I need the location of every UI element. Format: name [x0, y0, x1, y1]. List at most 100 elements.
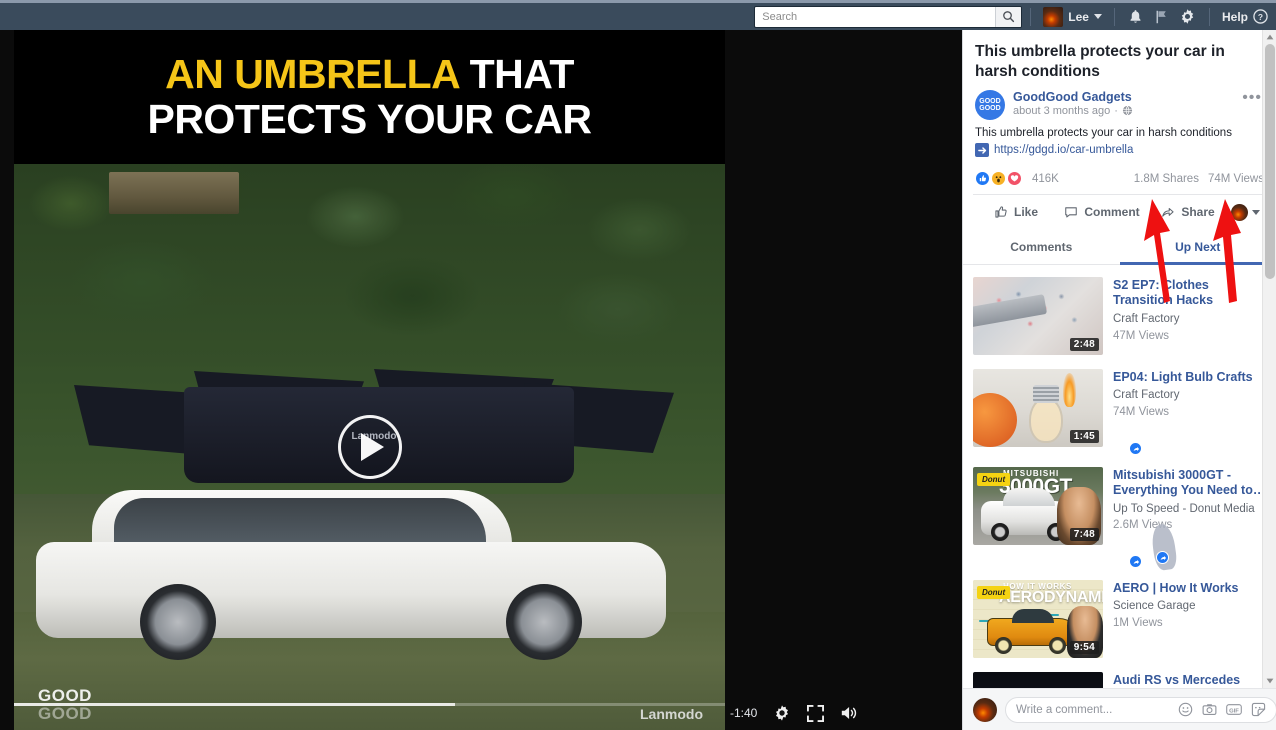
view-count[interactable]: 74M Views — [1208, 173, 1264, 185]
video-duration-badge: 1:45 — [1069, 430, 1099, 444]
shared-by-avatars[interactable] — [1113, 522, 1266, 572]
thumbs-up-icon — [995, 206, 1007, 218]
like-button[interactable]: Like — [973, 201, 1059, 223]
notifications-button[interactable] — [1123, 4, 1149, 30]
list-item[interactable]: HOW IT WORKS AERODYNAMICS Donut 9:54 A — [963, 572, 1276, 664]
video-thumbnail[interactable]: MITSUBISHI 3000GT Donut 7:48 — [973, 467, 1103, 546]
avatar — [1231, 203, 1248, 221]
video-views: 74M Views — [1113, 406, 1170, 419]
video-duration-badge: 2:48 — [1069, 338, 1099, 352]
play-button[interactable] — [337, 415, 402, 479]
reaction-like-icon — [975, 171, 990, 187]
video-thumbnail[interactable]: 1:45 — [973, 369, 1103, 448]
volume-icon — [842, 707, 857, 719]
post-stats-row: 416K 1.8M Shares 74M Views — [963, 157, 1276, 194]
link-arrow-icon — [975, 143, 989, 158]
help-button[interactable]: Help ? — [1218, 9, 1268, 24]
list-item[interactable]: MITSUBISHI 3000GT Donut 7:48 Mitsubishi … — [963, 459, 1276, 572]
page-title: This umbrella protects your car in harsh… — [975, 43, 1225, 80]
video-frame[interactable]: AN UMBRELLA THAT PROTECTS YOUR CAR Lanmo… — [14, 30, 725, 730]
video-duration-badge: 9:54 — [1069, 641, 1099, 655]
list-item[interactable]: 2:48 S2 EP7: Clothes Transition Hacks Cr… — [963, 269, 1276, 361]
flag-icon — [1157, 10, 1167, 23]
chevron-down-icon — [1266, 678, 1273, 684]
settings-button[interactable] — [1175, 4, 1201, 30]
thumbnail-label-big: AERODYNAMICS — [999, 589, 1103, 607]
video-settings-button[interactable] — [773, 704, 791, 722]
post-options-button[interactable]: ••• — [1240, 89, 1264, 106]
video-thumbnail[interactable]: 2:48 — [973, 277, 1103, 356]
reaction-summary[interactable]: 416K — [975, 171, 1059, 187]
video-thumbnail[interactable]: HOW IT WORKS AERODYNAMICS Donut 9:54 — [973, 580, 1103, 659]
post-link-row[interactable]: https://gdgd.io/car-umbrella — [975, 143, 1264, 158]
list-item[interactable]: Audi RS vs Mercedes AMG Audi Passion 73K… — [963, 664, 1276, 688]
video-overlay-title-highlight: AN UMBRELLA — [165, 50, 459, 97]
post-link-url[interactable]: https://gdgd.io/car-umbrella — [994, 144, 1133, 156]
video-seek-bar[interactable] — [14, 703, 725, 706]
comment-input[interactable] — [1016, 703, 1170, 716]
share-badge-icon — [1129, 555, 1142, 569]
user-menu[interactable]: Lee — [1039, 6, 1106, 27]
video-views: 2.6M Views — [1113, 519, 1173, 532]
gear-icon — [1182, 9, 1194, 24]
separator-dot: · — [1114, 104, 1118, 117]
volume-button[interactable] — [840, 704, 860, 722]
scrollbar-thumb[interactable] — [1265, 44, 1275, 279]
video-thumbnail[interactable] — [973, 672, 1103, 688]
scroll-down-button[interactable] — [1263, 674, 1276, 688]
video-title-link[interactable]: Audi RS vs Mercedes AMG — [1113, 673, 1266, 688]
donut-media-badge: Donut — [977, 586, 1011, 600]
search-button[interactable] — [995, 6, 1022, 27]
divider — [1113, 7, 1115, 26]
video-overlay-title-rest: THAT — [469, 50, 575, 97]
fullscreen-icon — [807, 704, 825, 722]
video-title-link[interactable]: AERO | How It Works — [1113, 581, 1266, 596]
donut-media-badge: Donut — [977, 473, 1011, 487]
post-header: GOOD GOOD GoodGood Gadgets about 3 month… — [963, 89, 1276, 120]
user-menu-label: Lee — [1068, 9, 1089, 24]
photo-button[interactable] — [1202, 702, 1217, 717]
tab-comments[interactable]: Comments — [963, 231, 1120, 265]
post-timestamp-label: about 3 months ago — [1013, 104, 1111, 117]
panel-tabs: Comments Up Next — [963, 231, 1276, 266]
search-input[interactable] — [755, 6, 996, 27]
shared-by-avatars[interactable] — [1113, 427, 1266, 456]
avatar — [973, 697, 997, 722]
comment-button-label: Comment — [1084, 205, 1140, 220]
reaction-count: 416K — [1032, 172, 1059, 185]
tab-up-next[interactable]: Up Next — [1119, 231, 1276, 266]
fullscreen-button[interactable] — [807, 704, 825, 722]
scroll-up-button[interactable] — [1263, 30, 1276, 44]
page-avatar[interactable]: GOOD GOOD — [975, 89, 1005, 120]
play-icon — [361, 433, 384, 461]
share-arrow-icon — [1162, 208, 1174, 217]
reaction-love-icon — [1007, 171, 1022, 187]
question-circle-icon: ? — [1253, 9, 1268, 24]
comment-input-box[interactable]: GIF — [1005, 696, 1276, 723]
share-as-menu[interactable] — [1231, 203, 1266, 221]
video-duration-badge: 7:48 — [1069, 528, 1099, 542]
panel-scroll-region: This umbrella protects your car in harsh… — [963, 30, 1276, 688]
page-name-link[interactable]: GoodGood Gadgets — [1013, 90, 1232, 104]
post-text: This umbrella protects your car in harsh… — [975, 126, 1232, 139]
gif-button[interactable]: GIF — [1226, 702, 1242, 717]
video-title-link[interactable]: Mitsubishi 3000GT - Everything You Need … — [1113, 468, 1266, 499]
emoji-button[interactable] — [1178, 702, 1193, 717]
like-button-label: Like — [1013, 205, 1038, 220]
panel-scrollbar[interactable] — [1262, 30, 1276, 688]
share-button[interactable]: Share — [1145, 201, 1231, 223]
page-flag-button[interactable] — [1149, 4, 1175, 30]
comment-button[interactable]: Comment — [1059, 201, 1145, 223]
sticker-button[interactable] — [1251, 702, 1266, 717]
search-box[interactable] — [754, 5, 1023, 28]
list-item[interactable]: 1:45 EP04: Light Bulb Crafts Craft Facto… — [963, 361, 1276, 459]
share-count[interactable]: 1.8M Shares — [1134, 173, 1199, 185]
share-button-label: Share — [1181, 205, 1215, 220]
divider — [1208, 7, 1210, 26]
video-controls: -1:40 — [730, 704, 860, 722]
help-label: Help — [1221, 9, 1248, 24]
video-channel: Science Garage — [1113, 600, 1196, 613]
video-title-link[interactable]: S2 EP7: Clothes Transition Hacks — [1113, 278, 1266, 309]
video-title-link[interactable]: EP04: Light Bulb Crafts — [1113, 370, 1266, 385]
gear-icon — [776, 705, 789, 721]
